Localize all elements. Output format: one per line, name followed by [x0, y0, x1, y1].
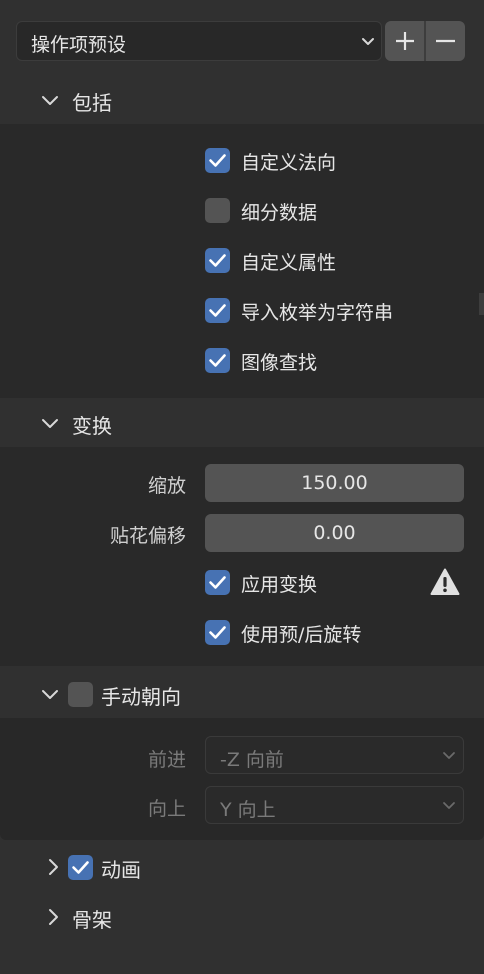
- chevron-down-icon: [443, 752, 455, 759]
- animation-panel-title: 动画: [101, 858, 141, 882]
- include-panel-title: 包括: [72, 91, 112, 115]
- armature-panel-title: 骨架: [72, 908, 112, 932]
- chevron-down-icon: [362, 38, 374, 45]
- armature-panel-header[interactable]: 骨架: [0, 893, 484, 941]
- operator-preset-dropdown[interactable]: 操作项预设: [16, 21, 382, 61]
- forward-axis-value: -Z 向前: [220, 749, 284, 771]
- manual-orientation-checkbox[interactable]: [68, 682, 93, 707]
- custom-properties-checkbox[interactable]: [205, 248, 230, 273]
- checkmark-icon: [209, 254, 226, 267]
- add-preset-button[interactable]: [385, 21, 424, 61]
- forward-axis-label: 前进: [147, 749, 186, 771]
- remove-preset-button[interactable]: [426, 21, 465, 61]
- import-enums-as-strings-label: 导入枚举为字符串: [241, 302, 394, 324]
- preset-button-group: [385, 21, 465, 61]
- checkmark-icon: [209, 154, 226, 167]
- operator-preset-label: 操作项预设: [31, 34, 127, 56]
- image-search-checkbox[interactable]: [205, 348, 230, 373]
- use-pre-post-rotation-label: 使用预/后旋转: [241, 624, 362, 646]
- animation-checkbox[interactable]: [68, 855, 93, 880]
- minus-icon: [436, 39, 455, 43]
- checkmark-icon: [209, 304, 226, 317]
- chevron-down-icon: [42, 690, 58, 699]
- manual-orientation-header[interactable]: 手动朝向: [0, 670, 484, 718]
- subdivision-data-label: 细分数据: [241, 202, 318, 224]
- custom-normals-label: 自定义法向: [241, 152, 337, 174]
- chevron-right-icon: [49, 859, 58, 875]
- manual-orientation-title: 手动朝向: [101, 685, 181, 709]
- scale-label: 缩放: [147, 475, 186, 497]
- animation-panel-header[interactable]: 动画: [0, 843, 484, 891]
- decal-offset-field[interactable]: 0.00: [205, 514, 464, 552]
- use-pre-post-rotation-checkbox[interactable]: [205, 620, 230, 645]
- checkmark-icon: [209, 354, 226, 367]
- custom-normals-checkbox[interactable]: [205, 148, 230, 173]
- checkmark-icon: [72, 861, 89, 874]
- chevron-right-icon: [49, 909, 58, 925]
- include-panel-header[interactable]: 包括: [0, 76, 484, 124]
- apply-transform-checkbox[interactable]: [205, 570, 230, 595]
- subdivision-data-checkbox[interactable]: [205, 198, 230, 223]
- scrollbar-thumb[interactable]: [479, 293, 484, 315]
- plus-icon: [396, 32, 414, 50]
- transform-panel-title: 变换: [72, 414, 112, 438]
- import-enums-as-strings-checkbox[interactable]: [205, 298, 230, 323]
- chevron-down-icon: [443, 802, 455, 809]
- apply-transform-label: 应用变换: [241, 574, 318, 596]
- checkmark-icon: [209, 576, 226, 589]
- forward-axis-dropdown[interactable]: -Z 向前: [205, 736, 464, 774]
- up-axis-dropdown[interactable]: Y 向上: [205, 786, 464, 824]
- chevron-down-icon: [42, 419, 58, 428]
- chevron-down-icon: [42, 96, 58, 105]
- transform-panel-header[interactable]: 变换: [0, 399, 484, 447]
- warning-icon: [430, 568, 460, 595]
- up-axis-label: 向上: [147, 798, 186, 820]
- up-axis-value: Y 向上: [220, 799, 276, 821]
- image-search-label: 图像查找: [241, 352, 318, 374]
- scale-field[interactable]: 150.00: [205, 464, 464, 502]
- checkmark-icon: [209, 626, 226, 639]
- decal-offset-label: 贴花偏移: [109, 525, 186, 547]
- custom-properties-label: 自定义属性: [241, 252, 337, 274]
